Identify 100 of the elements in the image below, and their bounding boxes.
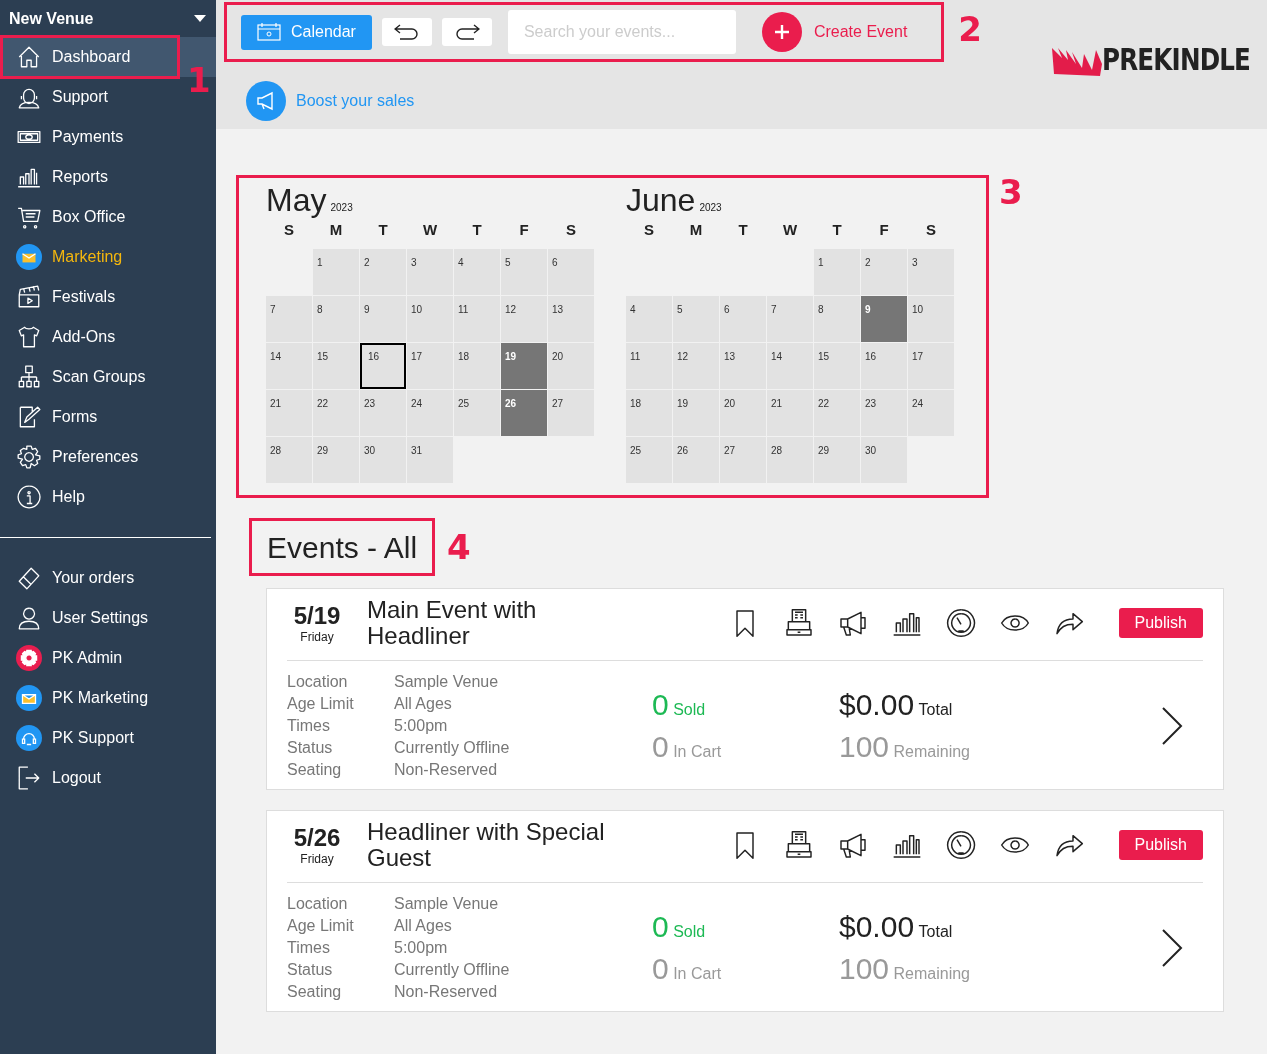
calendar-day[interactable]: 18	[454, 343, 500, 389]
weekday-label: M	[328, 220, 344, 240]
calendar-day[interactable]: 27	[548, 390, 594, 436]
sidebar-item[interactable]: Logout	[0, 758, 111, 798]
calendar-day[interactable]: 4	[454, 249, 500, 295]
redo-button[interactable]	[441, 18, 492, 46]
sidebar-item[interactable]: Preferences	[0, 437, 149, 477]
calendar-day[interactable]: 29	[814, 437, 860, 483]
calendar-day[interactable]: 17	[908, 343, 954, 389]
calendar-day[interactable]: 7	[266, 296, 312, 342]
publish-button[interactable]: Publish	[1118, 608, 1203, 639]
calendar-day[interactable]: 5	[673, 296, 719, 342]
calendar-day[interactable]: 7	[767, 296, 813, 342]
section-title: Events - All	[249, 518, 436, 576]
calendar-day[interactable]: 15	[814, 343, 860, 389]
chevron-right-icon[interactable]	[1161, 927, 1183, 968]
venue-selector[interactable]: New Venue	[0, 0, 216, 37]
calendar-day[interactable]: 10	[908, 296, 954, 342]
undo-button[interactable]	[381, 18, 432, 46]
sidebar-item[interactable]: PK Admin	[0, 638, 133, 678]
calendar-day[interactable]: 26	[673, 437, 719, 483]
calendar-day[interactable]: 12	[673, 343, 719, 389]
sidebar-item[interactable]: Scan Groups	[0, 357, 156, 397]
calendar-day[interactable]: 20	[548, 343, 594, 389]
calendar-day[interactable]: 11	[454, 296, 500, 342]
calendar-day[interactable]: 14	[266, 343, 312, 389]
calendar-day[interactable]: 31	[407, 437, 453, 483]
calendar-day[interactable]: 6	[548, 249, 594, 295]
calendar-day[interactable]: 20	[720, 390, 766, 436]
calendar-day[interactable]: 21	[266, 390, 312, 436]
sidebar-item[interactable]: Support	[0, 77, 119, 117]
gauge-icon[interactable]	[944, 607, 977, 640]
calendar-day[interactable]: 9	[861, 296, 907, 342]
detail-label: Seating	[287, 760, 343, 779]
event-weekday: Friday	[300, 852, 334, 867]
sidebar-item[interactable]: Forms	[0, 397, 108, 437]
calendar-day[interactable]: 10	[407, 296, 453, 342]
sidebar-item[interactable]: Festivals	[0, 277, 126, 317]
publish-button[interactable]: Publish	[1118, 830, 1203, 861]
calendar-day[interactable]: 1	[313, 249, 359, 295]
sidebar-item[interactable]: Help	[0, 477, 95, 517]
calendar-day[interactable]: 25	[454, 390, 500, 436]
calendar-day[interactable]: 21	[767, 390, 813, 436]
calendar-day[interactable]: 12	[501, 296, 547, 342]
calendar-day[interactable]: 17	[407, 343, 453, 389]
calendar-icon	[257, 23, 281, 41]
detail-value: All Ages	[394, 916, 453, 935]
calendar-day[interactable]: 29	[313, 437, 359, 483]
calendar-day[interactable]: 28	[266, 437, 312, 483]
calendar-day[interactable]: 2	[861, 249, 907, 295]
calendar-day[interactable]: 8	[313, 296, 359, 342]
calendar-day[interactable]: 16	[360, 343, 406, 389]
sidebar-item[interactable]: Add-Ons	[0, 317, 126, 357]
logout-icon	[16, 765, 42, 791]
calendar-day[interactable]: 24	[407, 390, 453, 436]
calendar-day[interactable]: 28	[767, 437, 813, 483]
calendar-day[interactable]: 5	[501, 249, 547, 295]
calendar-day[interactable]: 15	[313, 343, 359, 389]
calendar-day[interactable]: 4	[626, 296, 672, 342]
calendar-day[interactable]: 6	[720, 296, 766, 342]
calendar-day[interactable]: 25	[626, 437, 672, 483]
calendar-day[interactable]: 19	[501, 343, 547, 389]
calendar-day[interactable]: 11	[626, 343, 672, 389]
calendar-day[interactable]: 22	[814, 390, 860, 436]
calendar-day[interactable]: 2	[360, 249, 406, 295]
calendar-day[interactable]: 30	[360, 437, 406, 483]
calendar-day[interactable]: 18	[626, 390, 672, 436]
clapperboard-icon	[16, 284, 42, 310]
sidebar-item[interactable]: PK Support	[0, 718, 144, 758]
sidebar-item[interactable]: Reports	[0, 157, 119, 197]
calendar-day[interactable]: 19	[673, 390, 719, 436]
sidebar-item[interactable]: User Settings	[0, 598, 159, 638]
calendar-day[interactable]: 26	[501, 390, 547, 436]
sidebar-item[interactable]: Box Office	[0, 197, 136, 237]
weekday-label: S	[283, 220, 295, 240]
calendar-day[interactable]: 13	[548, 296, 594, 342]
gauge-icon[interactable]	[944, 829, 977, 862]
sidebar-item[interactable]: Your orders	[0, 558, 145, 598]
calendar-day[interactable]: 14	[767, 343, 813, 389]
calendar-day[interactable]: 16	[861, 343, 907, 389]
calendar-day[interactable]: 13	[720, 343, 766, 389]
calendar-day[interactable]: 9	[360, 296, 406, 342]
calendar-day[interactable]: 3	[407, 249, 453, 295]
event-title: Main Event with Headliner	[367, 597, 538, 650]
sidebar-item[interactable]: Payments	[0, 117, 134, 157]
calendar-day[interactable]: 23	[360, 390, 406, 436]
sidebar-item[interactable]: Marketing	[0, 237, 133, 277]
calendar-day[interactable]: 3	[908, 249, 954, 295]
calendar-day[interactable]: 1	[814, 249, 860, 295]
weekday-label: T	[737, 220, 749, 240]
sidebar-item[interactable]: PK Marketing	[0, 678, 159, 718]
calendar-day[interactable]: 8	[814, 296, 860, 342]
detail-value: Non-Reserved	[394, 982, 499, 1001]
calendar-day[interactable]: 23	[861, 390, 907, 436]
calendar-day[interactable]: 22	[313, 390, 359, 436]
calendar-day[interactable]: 24	[908, 390, 954, 436]
detail-value: Currently Offline	[394, 960, 511, 979]
chevron-right-icon[interactable]	[1161, 705, 1183, 746]
calendar-day[interactable]: 30	[861, 437, 907, 483]
calendar-day[interactable]: 27	[720, 437, 766, 483]
